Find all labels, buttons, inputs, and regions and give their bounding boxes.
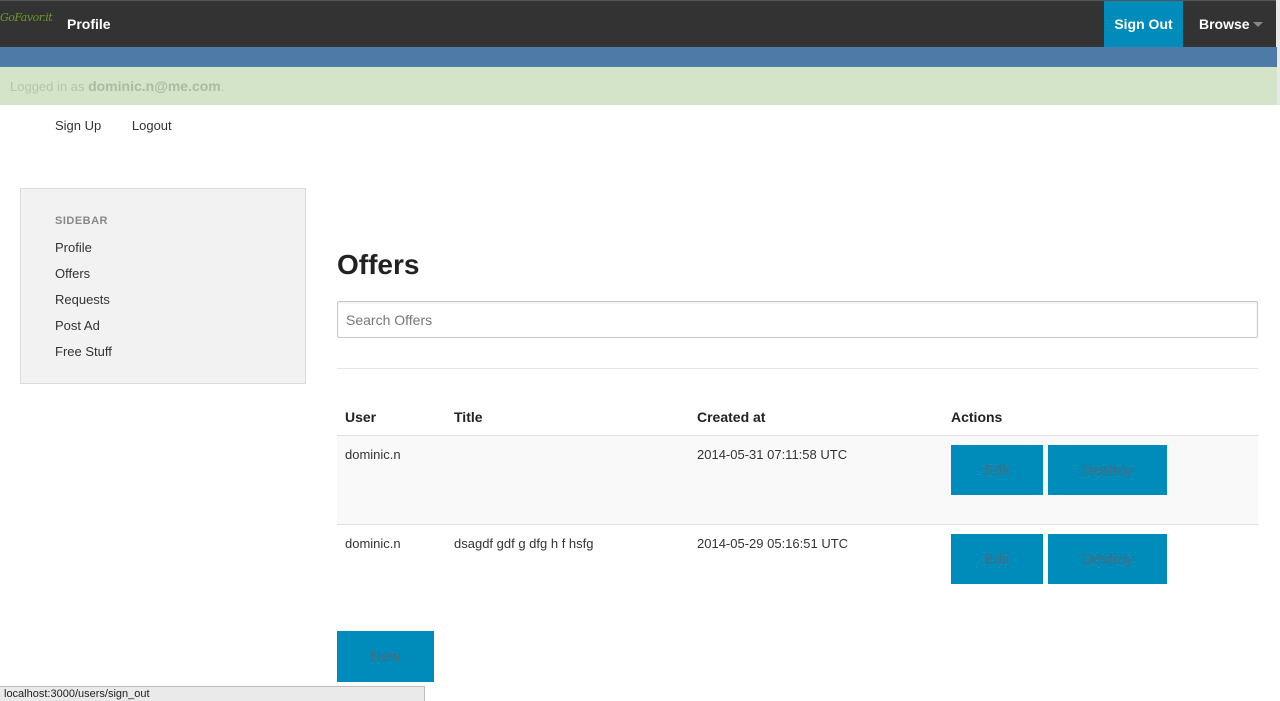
- nav-profile-link[interactable]: Profile: [67, 16, 111, 32]
- sidebar-item-requests[interactable]: Requests: [55, 292, 110, 307]
- browse-dropdown[interactable]: Browse: [1199, 16, 1250, 32]
- destroy-button[interactable]: Destroy: [1048, 534, 1167, 584]
- cell-created-at: 2014-05-31 07:11:58 UTC: [689, 435, 943, 525]
- sign-up-link[interactable]: Sign Up: [55, 118, 101, 133]
- notice-prefix: Logged in as: [10, 78, 89, 94]
- column-header-created-at: Created at: [689, 398, 943, 436]
- offers-table: User Title Created at Actions dominic.n …: [337, 398, 1258, 613]
- sidebar-heading: SIDEBAR: [55, 215, 109, 227]
- notice-suffix: .: [220, 78, 225, 94]
- divider: [337, 368, 1258, 369]
- cell-title: [446, 435, 689, 525]
- edit-button[interactable]: Edit: [951, 445, 1043, 495]
- new-offer-button[interactable]: New: [337, 631, 434, 682]
- cell-actions: Edit Destroy: [943, 435, 1258, 525]
- search-input[interactable]: [337, 301, 1258, 338]
- table-header-row: User Title Created at Actions: [337, 398, 1258, 436]
- logout-link[interactable]: Logout: [132, 118, 172, 133]
- cell-title: dsagdf gdf g dfg h f hsfg: [446, 524, 689, 613]
- sidebar-item-profile[interactable]: Profile: [55, 240, 92, 255]
- header-band: [0, 47, 1277, 67]
- sidebar-item-free-stuff[interactable]: Free Stuff: [55, 344, 112, 359]
- destroy-button[interactable]: Destroy: [1048, 445, 1167, 495]
- table-row: dominic.n dsagdf gdf g dfg h f hsfg 2014…: [337, 524, 1258, 613]
- table-row: dominic.n 2014-05-31 07:11:58 UTC Edit De…: [337, 435, 1258, 525]
- column-header-user: User: [337, 398, 446, 436]
- sign-out-button[interactable]: Sign Out: [1104, 1, 1183, 47]
- column-header-actions: Actions: [943, 398, 1258, 436]
- sidebar-item-post-ad[interactable]: Post Ad: [55, 318, 100, 333]
- top-navbar: GoFavor.it Profile Sign Out Browse: [0, 0, 1280, 47]
- cell-created-at: 2014-05-29 05:16:51 UTC: [689, 524, 943, 613]
- sidebar: SIDEBAR Profile Offers Requests Post Ad …: [20, 188, 306, 384]
- cell-user: dominic.n: [337, 435, 446, 525]
- cell-actions: Edit Destroy: [943, 524, 1258, 613]
- column-header-title: Title: [446, 398, 689, 436]
- chevron-down-icon[interactable]: [1253, 22, 1263, 27]
- page-title: Offers: [337, 249, 420, 280]
- sidebar-item-offers[interactable]: Offers: [55, 266, 90, 281]
- site-logo[interactable]: GoFavor.it: [0, 11, 53, 24]
- login-notice: Logged in as dominic.n@me.com .: [0, 67, 1277, 105]
- cell-user: dominic.n: [337, 524, 446, 613]
- edit-button[interactable]: Edit: [951, 534, 1043, 584]
- browser-status-bar: localhost:3000/users/sign_out: [0, 686, 425, 701]
- account-links: Sign Up Logout: [55, 118, 199, 133]
- notice-email: dominic.n@me.com: [88, 78, 221, 94]
